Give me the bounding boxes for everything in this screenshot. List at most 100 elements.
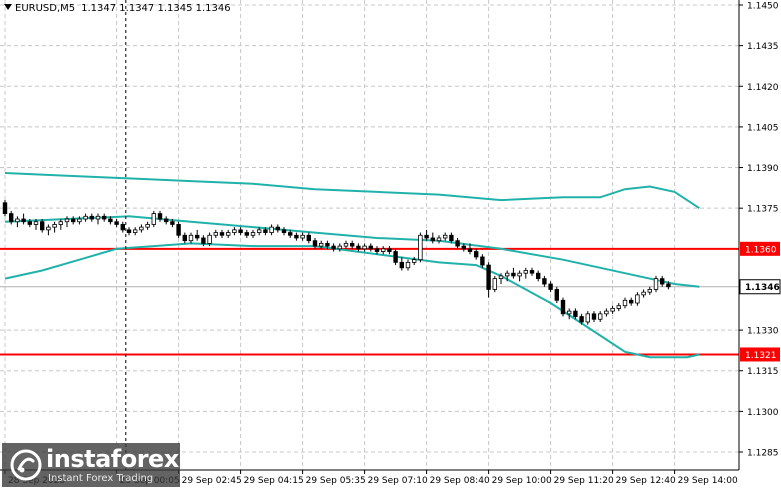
candle-body-bull <box>635 294 640 304</box>
candle <box>145 221 150 230</box>
candle <box>641 289 646 298</box>
candle-body-bull <box>337 245 342 250</box>
candle <box>300 232 305 241</box>
candle <box>374 246 380 255</box>
candle-body-bull <box>145 224 150 228</box>
candle <box>58 219 63 230</box>
candle-body-bear <box>21 218 26 223</box>
candle-body-bear <box>356 245 361 250</box>
dropdown-triangle-icon[interactable] <box>4 4 12 10</box>
candle-body-bear <box>27 221 32 225</box>
candle-body-bear <box>8 213 14 223</box>
candle <box>616 303 621 312</box>
candle <box>399 256 404 271</box>
candle-body-bear <box>455 240 460 247</box>
candle-body-bull <box>300 234 305 239</box>
candle <box>83 213 88 222</box>
candle <box>114 219 119 228</box>
candle <box>604 308 609 317</box>
candle <box>213 229 218 238</box>
candle-body-bear <box>511 272 516 277</box>
candle <box>523 267 528 279</box>
candle-body-bull <box>15 218 20 223</box>
candle-body-bull <box>492 278 497 290</box>
candle-body-bull <box>64 218 70 223</box>
candle-body-bull <box>517 272 522 277</box>
candle <box>368 243 373 252</box>
candle <box>591 311 597 322</box>
candle <box>343 240 349 249</box>
candle-body-bear <box>201 237 206 244</box>
candle <box>71 216 76 225</box>
candle-body-bull <box>567 310 572 315</box>
candle-body-bull <box>411 259 417 263</box>
candle <box>430 232 435 244</box>
candle-body-bull <box>151 213 156 225</box>
candle <box>250 229 256 238</box>
candle-body-bull <box>132 229 138 233</box>
candle <box>653 275 659 293</box>
candle-body-bear <box>430 237 435 242</box>
candle <box>486 262 491 298</box>
candle-body-bull <box>95 215 101 220</box>
candle-body-bear <box>486 264 491 290</box>
candle <box>455 237 460 249</box>
candle <box>635 292 640 306</box>
candle-body-bull <box>380 248 386 252</box>
candle <box>529 267 535 276</box>
chart-frame <box>0 0 740 471</box>
candle-body-bear <box>182 234 187 242</box>
candle <box>356 243 361 252</box>
candle <box>424 229 429 241</box>
candle-body-bear <box>579 316 584 323</box>
candle-body-bear <box>393 251 398 263</box>
candle <box>349 240 355 249</box>
candle-body-bear <box>387 248 392 252</box>
candle <box>95 213 101 225</box>
envelope-lines <box>4 172 700 359</box>
candle-body-bear <box>120 224 125 231</box>
candle-body-bull <box>139 226 144 231</box>
time-tick-label: 29 Sep 05:35 <box>306 476 366 486</box>
candle <box>517 270 522 282</box>
time-tick-label: 29 Sep 10:00 <box>492 476 552 486</box>
candle-body-bear <box>244 232 249 236</box>
time-tick-label: 29 Sep 04:15 <box>244 476 304 486</box>
price-scale[interactable]: 1.1450 1.1435 1.1420 1.1405 1.1390 1.1375 1.13… <box>739 2 779 459</box>
candle <box>126 227 132 236</box>
candle-body-bear <box>629 299 634 304</box>
candle-body-bear <box>287 232 293 236</box>
candle-body-bull <box>604 310 609 315</box>
candle <box>436 235 442 244</box>
candle-body-bull <box>318 242 324 247</box>
candle-body-bear <box>294 234 299 239</box>
candle <box>405 259 411 271</box>
grid <box>0 0 739 470</box>
price-tick-label: 1.1420 <box>747 83 779 93</box>
candle <box>132 227 138 236</box>
candle <box>560 297 566 317</box>
candle-body-bull <box>58 221 63 225</box>
candle-body-bull <box>504 272 510 277</box>
candle-body-bull <box>641 291 646 296</box>
candle <box>362 243 367 252</box>
candle <box>15 216 20 228</box>
candle-body-bear <box>666 283 671 288</box>
candles <box>2 200 671 325</box>
price-tick-label: 1.1315 <box>747 367 779 377</box>
candle <box>585 311 590 325</box>
candle <box>511 267 516 279</box>
candle-body-bear <box>312 240 318 247</box>
candle-body-bear <box>194 234 200 239</box>
candle <box>194 229 200 241</box>
candle <box>598 311 603 322</box>
envelope-line <box>4 172 700 210</box>
candle-body-bear <box>275 226 280 231</box>
price-chart: 1.1450 1.1435 1.1420 1.1405 1.1390 1.1375 1.13… <box>0 0 781 486</box>
candle <box>554 286 559 303</box>
candle-body-bull <box>256 229 262 233</box>
candle-body-bear <box>108 218 113 223</box>
candle-body-bull <box>362 245 367 250</box>
candle <box>176 221 181 238</box>
candle <box>480 254 485 268</box>
